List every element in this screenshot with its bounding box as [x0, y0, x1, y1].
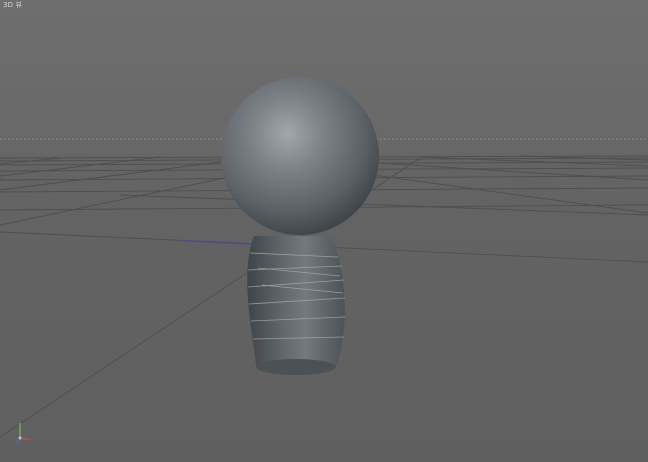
body-cylinder[interactable] [247, 236, 346, 375]
3d-viewport[interactable]: 3D 뷰 [0, 0, 648, 462]
sphere-head[interactable] [221, 77, 379, 235]
x-axis [19, 437, 32, 441]
scene-canvas[interactable] [0, 0, 648, 462]
axis-gizmo [15, 423, 32, 444]
